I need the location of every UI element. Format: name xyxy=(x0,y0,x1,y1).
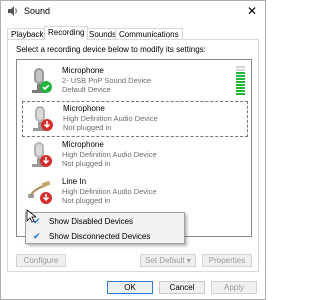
title-bar[interactable]: Sound ✕ xyxy=(1,1,265,23)
speaker-icon xyxy=(8,6,17,16)
device-item[interactable]: Microphone High Definition Audio Device … xyxy=(22,101,248,137)
menu-item-show-disabled[interactable]: ✔ Show Disabled Devices xyxy=(26,214,184,229)
device-name: Line In xyxy=(62,177,87,186)
device-name: Microphone xyxy=(62,140,104,149)
set-default-label: Set Default xyxy=(145,256,185,265)
window-title: Sound xyxy=(24,6,51,16)
apply-button[interactable]: Apply xyxy=(211,281,257,294)
tab-recording[interactable]: Recording xyxy=(44,26,89,40)
cancel-button[interactable]: Cancel xyxy=(159,281,205,294)
microphone-icon xyxy=(33,106,53,131)
properties-button[interactable]: Properties xyxy=(202,254,252,267)
device-status: Not plugged in xyxy=(62,196,111,205)
device-item[interactable]: Microphone 2- USB PnP Sound Device Defau… xyxy=(22,64,248,100)
line-in-cable-icon xyxy=(28,181,52,204)
device-name: Microphone xyxy=(62,66,104,75)
instruction-text: Select a recording device below to modif… xyxy=(16,45,206,54)
microphone-icon xyxy=(32,68,52,93)
configure-button[interactable]: Configure xyxy=(16,254,66,267)
mouse-cursor-icon xyxy=(26,209,36,223)
ok-button[interactable]: OK xyxy=(107,281,153,294)
device-driver: High Definition Audio Device xyxy=(63,114,158,123)
chevron-down-icon: ▾ xyxy=(186,256,191,265)
context-menu: ✔ Show Disabled Devices ✔ Show Disconnec… xyxy=(25,212,185,244)
microphone-icon xyxy=(32,142,52,167)
device-name: Microphone xyxy=(63,104,105,113)
device-driver: High Definition Audio Device xyxy=(62,187,157,196)
device-item[interactable]: Line In High Definition Audio Device Not… xyxy=(22,175,248,211)
set-default-button[interactable]: Set Default ▾ xyxy=(140,254,196,267)
device-status: Not plugged in xyxy=(63,123,112,132)
device-status: Not plugged in xyxy=(62,159,111,168)
close-button[interactable]: ✕ xyxy=(243,3,261,20)
menu-item-label: Show Disconnected Devices xyxy=(49,232,151,241)
sound-dialog: Sound ✕ Playback Recording Sounds Commun… xyxy=(0,0,266,300)
device-driver: 2- USB PnP Sound Device xyxy=(62,76,152,85)
menu-item-label: Show Disabled Devices xyxy=(49,217,134,226)
level-meter xyxy=(236,66,245,96)
menu-item-show-disconnected[interactable]: ✔ Show Disconnected Devices xyxy=(26,229,184,244)
device-status: Default Device xyxy=(62,85,111,94)
device-item[interactable]: Microphone High Definition Audio Device … xyxy=(22,138,248,174)
device-driver: High Definition Audio Device xyxy=(62,150,157,159)
device-list[interactable]: Microphone 2- USB PnP Sound Device Defau… xyxy=(16,59,252,237)
checkmark-icon: ✔ xyxy=(33,231,41,241)
